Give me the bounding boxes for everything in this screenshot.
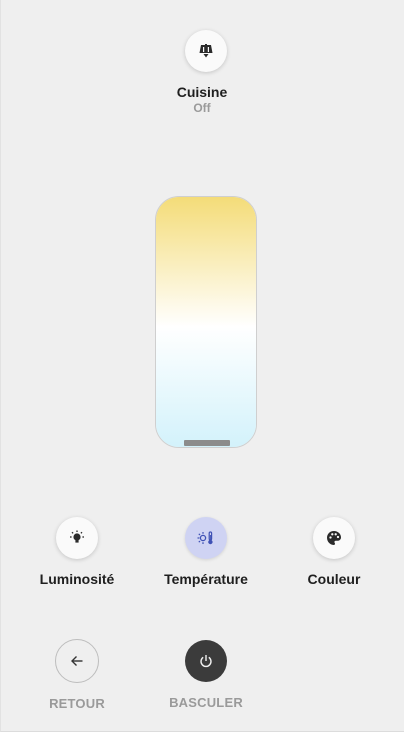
back-label: RETOUR: [49, 696, 105, 711]
slider-handle[interactable]: [184, 440, 230, 446]
arrow-left-icon: [70, 654, 84, 668]
toggle-label: BASCULER: [169, 695, 243, 710]
lightbulb-icon: [69, 530, 85, 546]
brightness-mode-label: Luminosité: [39, 571, 115, 587]
back-button[interactable]: [55, 639, 99, 683]
ceiling-light-icon: [198, 44, 214, 58]
color-temperature-slider[interactable]: [155, 196, 257, 448]
entity-icon-button[interactable]: [185, 30, 227, 72]
toggle-power-button[interactable]: [185, 640, 227, 682]
palette-icon: [326, 530, 342, 546]
temperature-mode-label: Température: [164, 571, 248, 587]
brightness-mode-button[interactable]: [56, 517, 98, 559]
color-mode-label: Couleur: [307, 571, 361, 587]
entity-state: Off: [193, 101, 211, 115]
temperature-mode-button[interactable]: [185, 517, 227, 559]
power-icon: [199, 654, 213, 668]
color-mode-button[interactable]: [313, 517, 355, 559]
thermometer-sun-icon: [197, 530, 215, 546]
slider-track: [156, 197, 256, 447]
entity-name: Cuisine: [176, 84, 228, 100]
